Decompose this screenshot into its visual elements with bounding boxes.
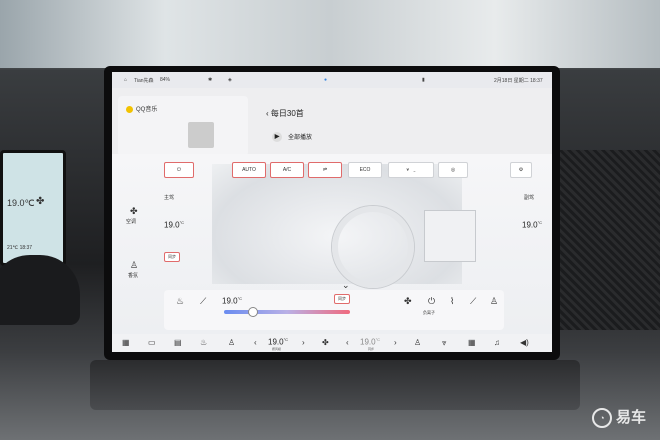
defrost-rear-icon[interactable]: ▤ bbox=[174, 338, 182, 347]
fan-speed-icon[interactable]: ✤ bbox=[404, 296, 412, 307]
climate-panel: ⏻ AUTO A/C ⇌ ECO ⩔ ⌄ ◎ ⚙ ✤ 空调 ♙ 香氛 主驾 19… bbox=[112, 154, 552, 352]
volume-icon[interactable]: ◀) bbox=[520, 338, 529, 347]
gps-icon: ◈ bbox=[228, 77, 232, 83]
fragrance-label: 香氛 bbox=[128, 273, 139, 279]
foot-vent-icon[interactable]: ⟋ bbox=[470, 296, 476, 307]
defrost-dropdown[interactable]: ⩔ ⌄ bbox=[388, 162, 434, 178]
seat-heat-icon[interactable]: ♨ bbox=[176, 296, 184, 307]
assistant-icon[interactable]: ● bbox=[324, 77, 327, 83]
car-icon[interactable]: ▭ bbox=[148, 338, 156, 347]
infotainment-screen: ⌂ Tian先森 84% ✱ ◈ ● ▮ 2月18日 星期二 18:37 QQ音… bbox=[112, 72, 552, 352]
music-note-icon[interactable]: ♫ bbox=[494, 338, 500, 347]
music-widget[interactable]: QQ音乐 bbox=[118, 96, 248, 156]
ventilation-label: 空调 bbox=[126, 219, 137, 225]
air-vent bbox=[560, 150, 660, 330]
watermark: ◔ 易车 bbox=[591, 406, 646, 428]
qq-music-label: QQ音乐 bbox=[126, 104, 157, 113]
dock-passenger-sub: 同步 bbox=[368, 347, 375, 351]
panel-temp: 19.0°C bbox=[222, 296, 243, 306]
recirculation-button[interactable]: ⇌ bbox=[308, 162, 342, 178]
profile-name: Tian先森 bbox=[134, 78, 154, 84]
slider-knob[interactable] bbox=[247, 307, 258, 317]
dock-passenger-temp: 19.0°C bbox=[360, 337, 381, 347]
fragrance-icon[interactable]: ♙ bbox=[130, 260, 138, 271]
wheel-illustration bbox=[332, 206, 414, 288]
seat-right-icon[interactable]: ♙ bbox=[414, 338, 421, 347]
temp-down-right-icon[interactable]: ‹ bbox=[346, 338, 349, 347]
signal-icon: ▮ bbox=[422, 77, 425, 83]
qq-music-icon bbox=[126, 105, 133, 113]
fan-mode-icon[interactable]: ✤ bbox=[130, 206, 138, 217]
clock: 2月18日 星期二 18:37 bbox=[494, 78, 543, 84]
power-button[interactable]: ⏻ bbox=[164, 162, 194, 178]
watermark-logo-icon: ◔ bbox=[591, 408, 612, 428]
apps-icon[interactable]: ▦ bbox=[122, 338, 130, 347]
steering-heat-button[interactable]: ◎ bbox=[438, 162, 468, 178]
grid-app-icon[interactable]: ▦ bbox=[468, 338, 476, 347]
face-vent-icon[interactable]: ⌇ bbox=[450, 296, 454, 307]
front-defrost-icon[interactable]: ⩔ bbox=[442, 338, 447, 348]
album-art bbox=[188, 122, 214, 148]
auto-button[interactable]: AUTO bbox=[232, 162, 266, 178]
windshield-view bbox=[0, 0, 660, 68]
climate-menu-icon[interactable]: ✤ bbox=[322, 338, 329, 347]
ac-button[interactable]: A/C bbox=[270, 162, 304, 178]
cabin-illustration bbox=[212, 164, 476, 288]
seat-climate-panel: ♨ ⟋ 19.0°C 同步 ✤ ⏻ 负离子 ⌇ ⟋ ♙ bbox=[164, 290, 504, 330]
seat-left-icon[interactable]: ♙ bbox=[228, 338, 235, 347]
seat-heat-left-icon[interactable]: ♨ bbox=[200, 338, 207, 347]
temp-up-right-icon[interactable]: › bbox=[394, 338, 397, 347]
ionizer-icon[interactable]: ⏻ bbox=[428, 296, 435, 307]
sync-button[interactable]: 同步 bbox=[164, 252, 180, 262]
home-icon[interactable]: ⌂ bbox=[124, 77, 127, 83]
instrument-cluster: ✤ 19.0℃ 21℃ 18:37 bbox=[0, 150, 66, 266]
bluetooth-icon: ✱ bbox=[208, 77, 213, 83]
settings-gear-icon[interactable]: ⚙ bbox=[510, 162, 532, 178]
eco-button[interactable]: ECO bbox=[348, 162, 382, 178]
temperature-slider[interactable] bbox=[224, 307, 350, 317]
play-icon: ▶ bbox=[272, 132, 282, 143]
driver-label: 主驾 bbox=[164, 195, 175, 201]
seat-icon[interactable]: ♙ bbox=[490, 296, 498, 307]
cluster-status: 21℃ 18:37 bbox=[7, 245, 33, 251]
play-all-button[interactable]: ▶ 全部播放 bbox=[272, 132, 312, 143]
cluster-temp: 19.0℃ bbox=[7, 198, 35, 208]
driver-temp[interactable]: 19.0°C bbox=[164, 220, 184, 230]
temp-up-left-icon[interactable]: › bbox=[302, 338, 305, 347]
seat-vent-icon[interactable]: ⟋ bbox=[200, 296, 206, 307]
battery-level: 84% bbox=[160, 77, 171, 83]
bottom-dock: ▦ ▭ ▤ ♨ ♙ ‹ 19.0°C 按风模 › ✤ ‹ 19.0°C 同步 ›… bbox=[112, 334, 552, 352]
temp-down-left-icon[interactable]: ‹ bbox=[254, 338, 257, 347]
dash-screen-illustration bbox=[424, 210, 476, 262]
dock-driver-sub: 按风模 bbox=[272, 347, 282, 351]
passenger-label: 副驾 bbox=[524, 195, 535, 201]
fan-icon: ✤ bbox=[36, 196, 45, 207]
steering-wheel bbox=[0, 255, 80, 325]
panel-sync-button[interactable]: 同步 bbox=[334, 294, 350, 304]
ionizer-label: 负离子 bbox=[423, 310, 435, 315]
passenger-temp[interactable]: 19.0°C bbox=[522, 220, 542, 230]
dock-driver-temp: 19.0°C bbox=[268, 337, 289, 347]
playlist-title[interactable]: ‹ 每日30首 bbox=[266, 108, 304, 119]
center-console bbox=[90, 360, 580, 410]
status-bar: ⌂ Tian先森 84% ✱ ◈ ● ▮ 2月18日 星期二 18:37 bbox=[112, 72, 552, 88]
